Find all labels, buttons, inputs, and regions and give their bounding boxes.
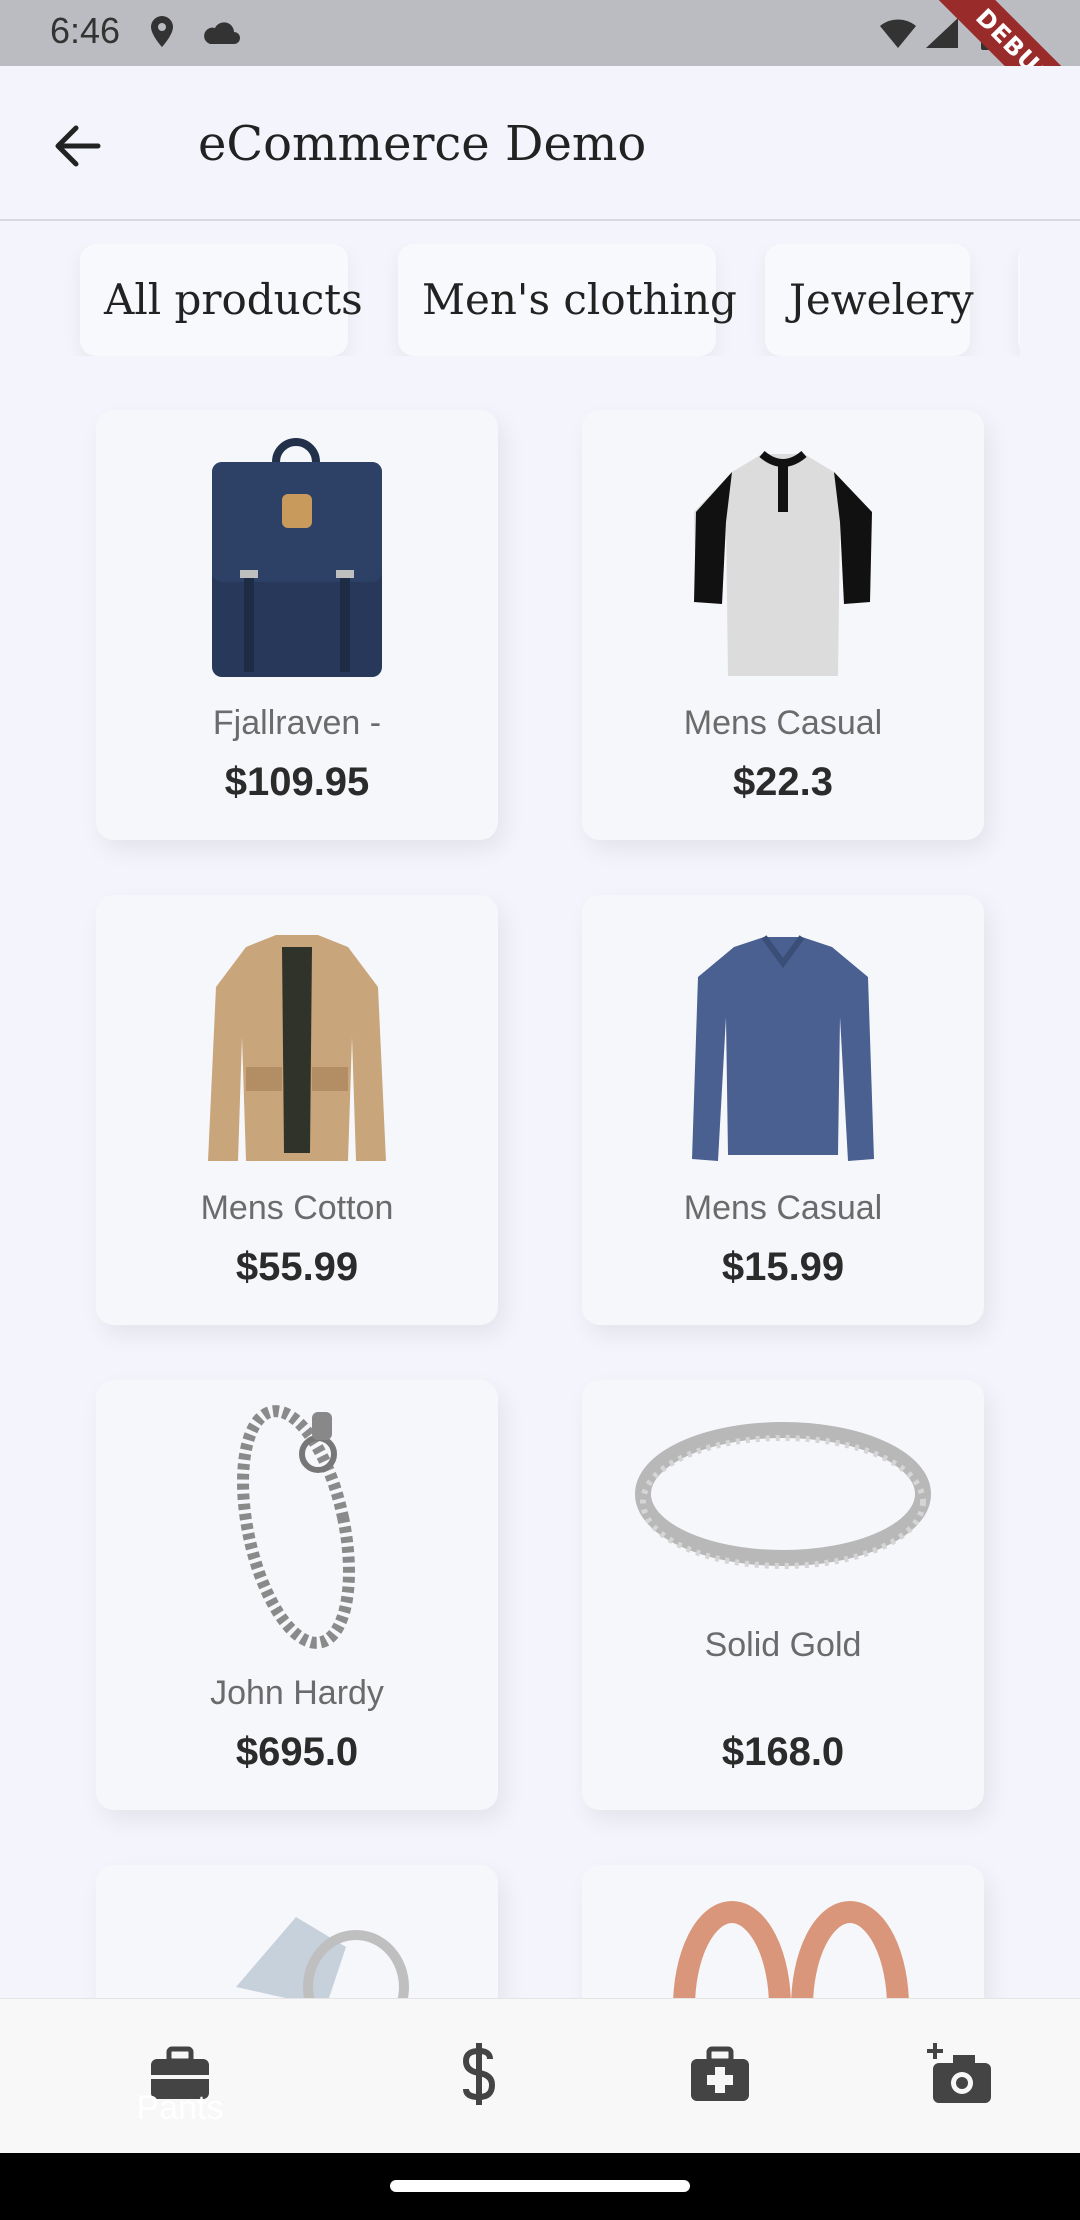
dollar-icon[interactable]: [444, 2039, 514, 2109]
category-chip-all-products[interactable]: All products: [80, 244, 363, 356]
product-card[interactable]: Mens Casual $15.99: [582, 895, 984, 1325]
product-card[interactable]: Fjallraven - $109.95: [96, 410, 498, 840]
product-card[interactable]: Mens Casual $22.3: [582, 410, 984, 840]
cloud-icon: [204, 22, 240, 44]
product-card[interactable]: Mens Cotton $55.99: [96, 895, 498, 1325]
product-image-long-sleeve-shirt: [692, 935, 874, 1161]
medical-bag-icon[interactable]: [685, 2039, 755, 2109]
category-chip-mens-clothing[interactable]: Men's clothing: [398, 244, 737, 356]
bottom-navigation: Pants: [0, 1998, 1080, 2153]
product-name: Mens Casual: [683, 1189, 883, 1227]
wifi-icon: [880, 19, 916, 48]
location-icon: [151, 16, 173, 47]
product-price: $109.95: [224, 760, 370, 804]
home-indicator[interactable]: [390, 2180, 690, 2192]
product-price: $695.0: [235, 1730, 359, 1774]
product-image-ring: [635, 1422, 931, 1569]
product-name: Mens Cotton: [200, 1189, 394, 1227]
product-price: $22.3: [732, 760, 834, 804]
product-image-backpack: [212, 438, 382, 677]
category-chip-jewelery[interactable]: Jewelery: [765, 244, 974, 356]
system-navigation-bar: [0, 2153, 1080, 2220]
product-name: Solid Gold: [704, 1626, 862, 1664]
product-image-bracelet: [237, 1405, 355, 1649]
product-price: $15.99: [721, 1245, 845, 1289]
product-price: $168.0: [721, 1730, 845, 1774]
category-chip-next[interactable]: [1018, 244, 1020, 356]
status-bar: 6:46 DEBUG: [0, 0, 1080, 144]
product-card[interactable]: John Hardy $695.0: [96, 1380, 498, 1810]
nav-label-pants: Pants: [136, 2089, 224, 2127]
status-time: 6:46: [50, 10, 121, 51]
product-image-jacket: [208, 935, 386, 1161]
product-card[interactable]: Solid Gold $168.0: [582, 1380, 984, 1810]
app-bar: eCommerce Demo: [0, 66, 1080, 221]
page-title: eCommerce Demo: [198, 116, 647, 172]
category-list: All products Men's clothing Jewelery: [60, 244, 1020, 356]
signal-icon: [926, 18, 958, 48]
product-price: $55.99: [235, 1245, 359, 1289]
back-arrow-icon[interactable]: [50, 118, 106, 174]
add-photo-icon[interactable]: [925, 2039, 995, 2109]
product-name: John Hardy: [210, 1674, 384, 1712]
product-name: Fjallraven -: [212, 704, 382, 742]
product-image-henley-shirt: [694, 450, 872, 676]
product-name: Mens Casual: [683, 704, 883, 742]
